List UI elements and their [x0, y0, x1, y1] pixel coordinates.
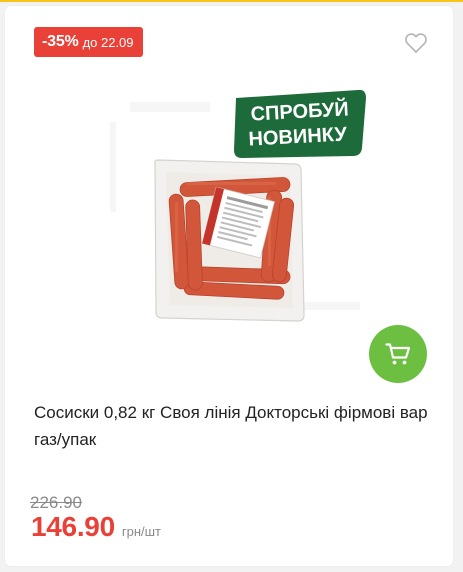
- discount-badge: -35% до 22.09: [34, 27, 143, 57]
- old-price: 226.90: [30, 493, 82, 512]
- cart-icon: [385, 343, 411, 365]
- try-new-badge: СПРОБУЙ НОВИНКУ: [234, 89, 366, 158]
- discount-until: до 22.09: [82, 34, 134, 50]
- top-accent-strip: [0, 0, 463, 2]
- product-card[interactable]: -35% до 22.09 СПРОБУЙ НОВИНКУ Сосиски 0,…: [5, 6, 453, 566]
- product-title[interactable]: Сосиски 0,82 кг Своя лінія Докторські фі…: [34, 399, 430, 453]
- discount-percent: -35%: [42, 33, 79, 50]
- wishlist-button[interactable]: [404, 32, 428, 54]
- current-price: 146.90: [31, 511, 115, 542]
- price-row: 146.90 грн/шт: [31, 511, 161, 543]
- price-unit: грн/шт: [121, 524, 161, 539]
- heart-outline-icon: [405, 33, 427, 53]
- add-to-cart-button[interactable]: [369, 325, 427, 383]
